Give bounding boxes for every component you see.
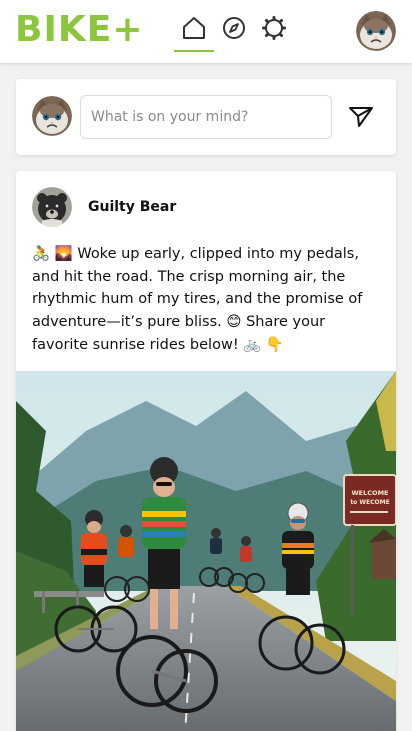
top-navigation-bar: BIKE+ bbox=[0, 0, 412, 63]
profile-avatar[interactable] bbox=[356, 11, 396, 51]
app-logo[interactable]: BIKE+ bbox=[15, 11, 144, 49]
post-author-name[interactable]: Guilty Bear bbox=[88, 199, 176, 215]
post-input[interactable] bbox=[80, 95, 332, 139]
compass-icon[interactable] bbox=[221, 14, 247, 42]
active-tab-indicator bbox=[174, 50, 214, 52]
paper-plane-icon bbox=[349, 107, 373, 127]
send-button[interactable] bbox=[348, 105, 374, 129]
settings-gear-icon[interactable] bbox=[261, 14, 287, 42]
post-image[interactable]: WELCOME to WECOME bbox=[16, 371, 396, 731]
composer-avatar bbox=[32, 96, 72, 136]
post-card: Guilty Bear 🚴 🌄 Woke up early, clipped i… bbox=[16, 171, 396, 731]
post-body-text: 🚴 🌄 Woke up early, clipped into my pedal… bbox=[32, 246, 363, 353]
post-author-avatar[interactable] bbox=[32, 187, 72, 227]
welcome-sign-line-2: to WECOME bbox=[350, 499, 389, 506]
post-composer bbox=[16, 79, 396, 155]
welcome-sign-line-1: WELCOME bbox=[352, 489, 389, 497]
home-icon[interactable] bbox=[181, 14, 207, 42]
